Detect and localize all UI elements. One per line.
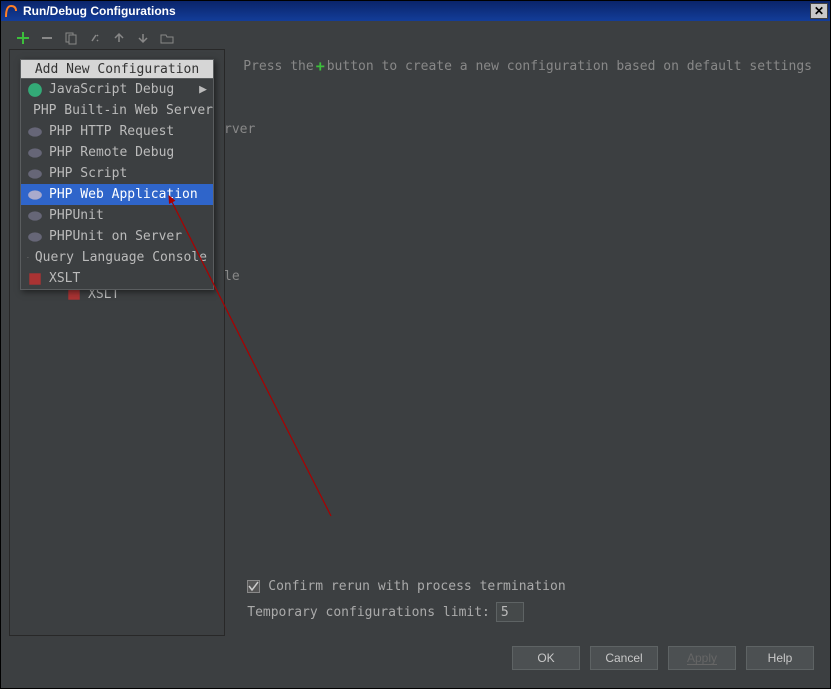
php-icon (27, 208, 43, 224)
popup-item-phpunit[interactable]: PHPUnit (21, 205, 213, 226)
popup-item-php-web[interactable]: PHP Web Application (21, 184, 213, 205)
confirm-rerun-checkbox[interactable] (247, 580, 260, 593)
temp-limit-label: Temporary configurations limit: (247, 605, 490, 620)
plus-icon: + (314, 57, 327, 75)
popup-header: Add New Configuration (21, 60, 213, 79)
move-up-button[interactable] (111, 30, 127, 46)
window-close-button[interactable]: ✕ (810, 3, 828, 19)
popup-item-php-remote[interactable]: PHP Remote Debug (21, 142, 213, 163)
tree-item-peek: le (224, 269, 240, 284)
folder-button[interactable] (159, 30, 175, 46)
confirm-rerun-label: Confirm rerun with process termination (268, 579, 565, 594)
settings-button[interactable] (87, 30, 103, 46)
temp-limit-input[interactable] (496, 602, 524, 622)
config-toolbar (9, 27, 822, 49)
popup-item-php-http[interactable]: PHP HTTP Request (21, 121, 213, 142)
db-icon (27, 250, 29, 266)
config-editor: Press the + button to create a new confi… (225, 49, 822, 636)
move-down-button[interactable] (135, 30, 151, 46)
copy-config-button[interactable] (63, 30, 79, 46)
apply-button[interactable]: Apply (668, 646, 736, 670)
popup-item-query-console[interactable]: Query Language Console (21, 247, 213, 268)
add-config-popup: Add New Configuration JavaScript Debug ▶… (20, 59, 214, 290)
titlebar[interactable]: Run/Debug Configurations ✕ (1, 1, 830, 21)
popup-item-xslt[interactable]: XSLT (21, 268, 213, 289)
chevron-right-icon: ▶ (199, 82, 207, 97)
dialog-buttons: OK Cancel Apply Help (9, 636, 822, 680)
php-icon (27, 229, 43, 245)
help-button[interactable]: Help (746, 646, 814, 670)
php-icon (27, 187, 43, 203)
bottom-options: Confirm rerun with process termination T… (243, 569, 812, 636)
popup-item-js-debug[interactable]: JavaScript Debug ▶ (21, 79, 213, 100)
php-icon (27, 166, 43, 182)
tree-item-peek: rver (224, 122, 255, 137)
popup-item-phpunit-server[interactable]: PHPUnit on Server (21, 226, 213, 247)
hint-text: Press the + button to create a new confi… (243, 57, 812, 75)
xslt-icon (27, 271, 43, 287)
js-icon (27, 82, 43, 98)
add-config-button[interactable] (15, 30, 31, 46)
php-icon (27, 124, 43, 140)
php-icon (27, 145, 43, 161)
popup-item-php-script[interactable]: PHP Script (21, 163, 213, 184)
run-debug-dialog: Run/Debug Configurations ✕ (0, 0, 831, 689)
cancel-button[interactable]: Cancel (590, 646, 658, 670)
remove-config-button[interactable] (39, 30, 55, 46)
ok-button[interactable]: OK (512, 646, 580, 670)
popup-item-php-builtin[interactable]: PHP Built-in Web Server (21, 100, 213, 121)
window-title: Run/Debug Configurations (23, 4, 810, 18)
app-icon (3, 3, 19, 19)
